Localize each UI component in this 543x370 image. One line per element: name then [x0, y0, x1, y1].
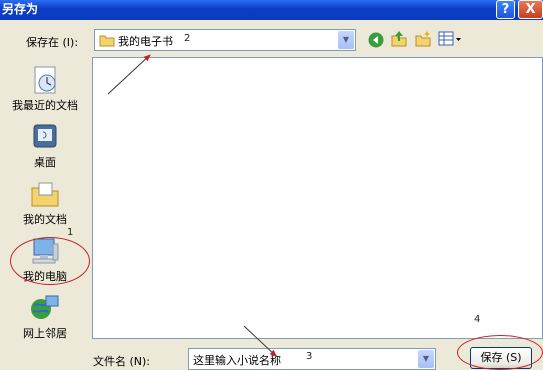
annotation-arrows [107, 54, 277, 357]
arrow-to-filename [243, 325, 277, 357]
arrow-to-save-in [107, 54, 151, 95]
